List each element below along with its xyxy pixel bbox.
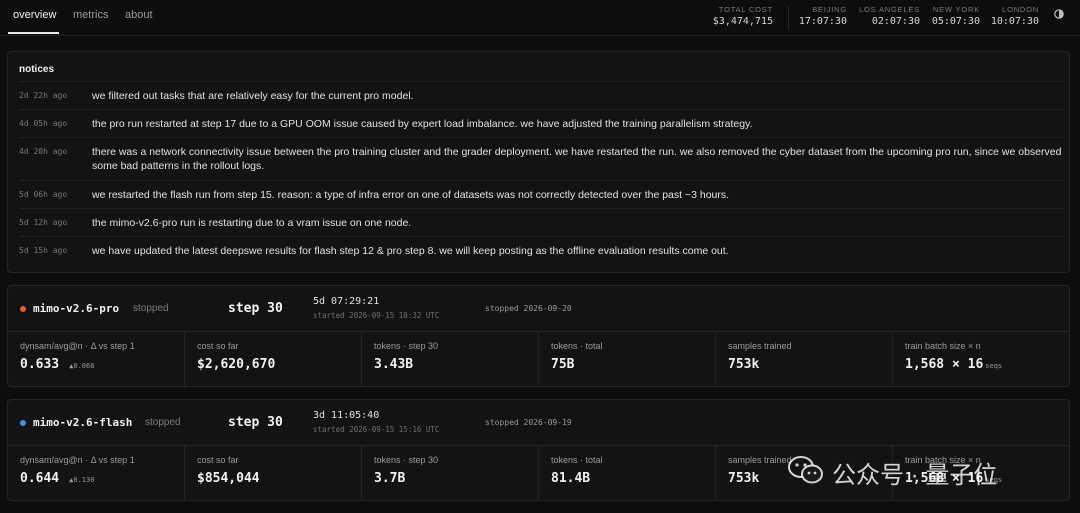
notice-time: 2d 22h ago — [19, 91, 68, 100]
top-bar: overview metrics about TOTAL COST $3,474… — [0, 0, 1080, 36]
notice-item: 5d 15h ago we have updated the latest de… — [19, 236, 1065, 266]
metric-value: 0.633 ▲0.068 — [20, 357, 95, 372]
metric-tokens-step: tokens · step 30 3.43B — [362, 332, 539, 387]
notice-time: 5d 15h ago — [19, 246, 68, 255]
metric-tokens-step: tokens · step 30 3.7B — [362, 446, 539, 501]
watermark: 公众号 · 量子位 — [780, 449, 1060, 493]
divider — [788, 6, 789, 30]
run-started: started 2026-09-15 10:32 UTC — [313, 311, 440, 320]
notice-text: the pro run restarted at step 17 due to … — [92, 118, 753, 130]
metric-value: 0.644 ▲0.130 — [20, 471, 95, 486]
run-step: step 30 — [228, 301, 283, 316]
clock-city: NEW YORK — [932, 5, 980, 14]
metric-value: $2,620,670 — [197, 357, 276, 372]
metric-label: dynsam/avg@n · Δ vs step 1 — [20, 455, 135, 465]
run-name: mimo-v2.6-pro — [33, 302, 120, 315]
metric-value: 3.43B — [374, 357, 414, 372]
metric-label: tokens · total — [551, 455, 603, 465]
notice-time: 5d 06h ago — [19, 190, 68, 199]
active-tab-indicator — [8, 32, 59, 34]
metric-label: dynsam/avg@n · Δ vs step 1 — [20, 341, 135, 351]
metric-label: tokens · step 30 — [374, 455, 439, 465]
run-name: mimo-v2.6-flash — [33, 416, 133, 429]
metric-delta: ▲0.130 — [69, 476, 95, 484]
run-elapsed: 5d 07:29:21 — [313, 296, 380, 307]
status-dot-icon — [20, 306, 26, 312]
metric-dynsam: dynsam/avg@n · Δ vs step 1 0.633 ▲0.068 — [8, 332, 185, 387]
metric-value: 81.4B — [551, 471, 591, 486]
metric-cost: cost so far $854,044 — [185, 446, 362, 501]
run-started: started 2026-09-15 15:16 UTC — [313, 425, 440, 434]
metric-value: 1,568 × 16 seqs — [905, 357, 1003, 372]
run-header: mimo-v2.6-pro stopped step 30 5d 07:29:2… — [8, 286, 1069, 332]
notice-item: 4d 20h ago there was a network connectiv… — [19, 137, 1065, 180]
run-header: mimo-v2.6-flash stopped step 30 3d 11:05… — [8, 400, 1069, 446]
nav-about[interactable]: about — [125, 9, 153, 21]
metric-value: $854,044 — [197, 471, 260, 486]
notice-item: 4d 05h ago the pro run restarted at step… — [19, 109, 1065, 137]
clock-new-york: NEW YORK 05:07:30 — [932, 5, 980, 27]
metric-unit: seqs — [985, 362, 1003, 370]
metric-tokens-total: tokens · total 75B — [539, 332, 716, 387]
metric-label: samples trained — [728, 341, 792, 351]
metric-label: cost so far — [197, 341, 239, 351]
total-cost-value: $3,474,715 — [712, 16, 773, 27]
status-dot-icon — [20, 420, 26, 426]
total-cost: TOTAL COST $3,474,715 — [713, 5, 773, 27]
watermark-text: 公众号 · 量子位 — [832, 462, 998, 489]
theme-toggle-icon[interactable] — [1054, 9, 1064, 19]
metric-value: 3.7B — [374, 471, 406, 486]
metric-cost: cost so far $2,620,670 — [185, 332, 362, 387]
clock-time: 05:07:30 — [931, 16, 980, 27]
run-status: stopped — [145, 417, 181, 428]
metric-dynsam: dynsam/avg@n · Δ vs step 1 0.644 ▲0.130 — [8, 446, 185, 501]
run-elapsed: 3d 11:05:40 — [313, 410, 380, 421]
metric-value: 75B — [551, 357, 575, 372]
notice-text: we have updated the latest deepswe resul… — [92, 245, 729, 257]
clock-time: 17:07:30 — [798, 16, 847, 27]
notices-panel: notices 2d 22h ago we filtered out tasks… — [7, 51, 1070, 273]
notice-time: 5d 12h ago — [19, 218, 68, 227]
metric-value: 753k — [728, 471, 760, 486]
run-stopped: stopped 2026-09-19 — [485, 418, 572, 427]
run-status: stopped — [133, 303, 169, 314]
metric-tokens-total: tokens · total 81.4B — [539, 446, 716, 501]
notice-item: 5d 12h ago the mimo-v2.6-pro run is rest… — [19, 208, 1065, 236]
clock-time: 10:07:30 — [990, 16, 1039, 27]
clock-london: LONDON 10:07:30 — [991, 5, 1039, 27]
metric-label: tokens · total — [551, 341, 603, 351]
total-cost-label: TOTAL COST — [718, 5, 773, 14]
clock-city: LOS ANGELES — [859, 5, 920, 14]
metric-value: 753k — [728, 357, 760, 372]
clock-city: LONDON — [1002, 5, 1039, 14]
wechat-icon — [788, 456, 823, 484]
nav-metrics[interactable]: metrics — [73, 9, 108, 21]
metric-batch-size: train batch size × n 1,568 × 16 seqs — [893, 332, 1069, 387]
run-stopped: stopped 2026-09-20 — [485, 304, 572, 313]
metric-label: tokens · step 30 — [374, 341, 439, 351]
clock-beijing: BEIJING 17:07:30 — [799, 5, 847, 27]
notice-item: 5d 06h ago we restarted the flash run fr… — [19, 180, 1065, 208]
notices-title: notices — [19, 64, 55, 75]
notice-text: there was a network connectivity issue b… — [92, 146, 1062, 172]
notice-time: 4d 20h ago — [19, 147, 68, 156]
notice-item: 2d 22h ago we filtered out tasks that ar… — [19, 81, 1065, 109]
metric-label: cost so far — [197, 455, 239, 465]
run-step: step 30 — [228, 415, 283, 430]
clock-los-angeles: LOS ANGELES 02:07:30 — [859, 5, 920, 27]
clock-city: BEIJING — [812, 5, 847, 14]
nav-overview[interactable]: overview — [13, 9, 56, 21]
notice-text: we restarted the flash run from step 15.… — [92, 189, 730, 201]
notice-time: 4d 05h ago — [19, 119, 68, 128]
clock-time: 02:07:30 — [871, 16, 920, 27]
run-card-pro[interactable]: mimo-v2.6-pro stopped step 30 5d 07:29:2… — [7, 285, 1070, 387]
metric-label: train batch size × n — [905, 341, 981, 351]
metric-delta: ▲0.068 — [69, 362, 95, 370]
notice-text: the mimo-v2.6-pro run is restarting due … — [92, 217, 412, 229]
metric-samples: samples trained 753k — [716, 332, 893, 387]
notice-text: we filtered out tasks that are relativel… — [92, 90, 414, 102]
